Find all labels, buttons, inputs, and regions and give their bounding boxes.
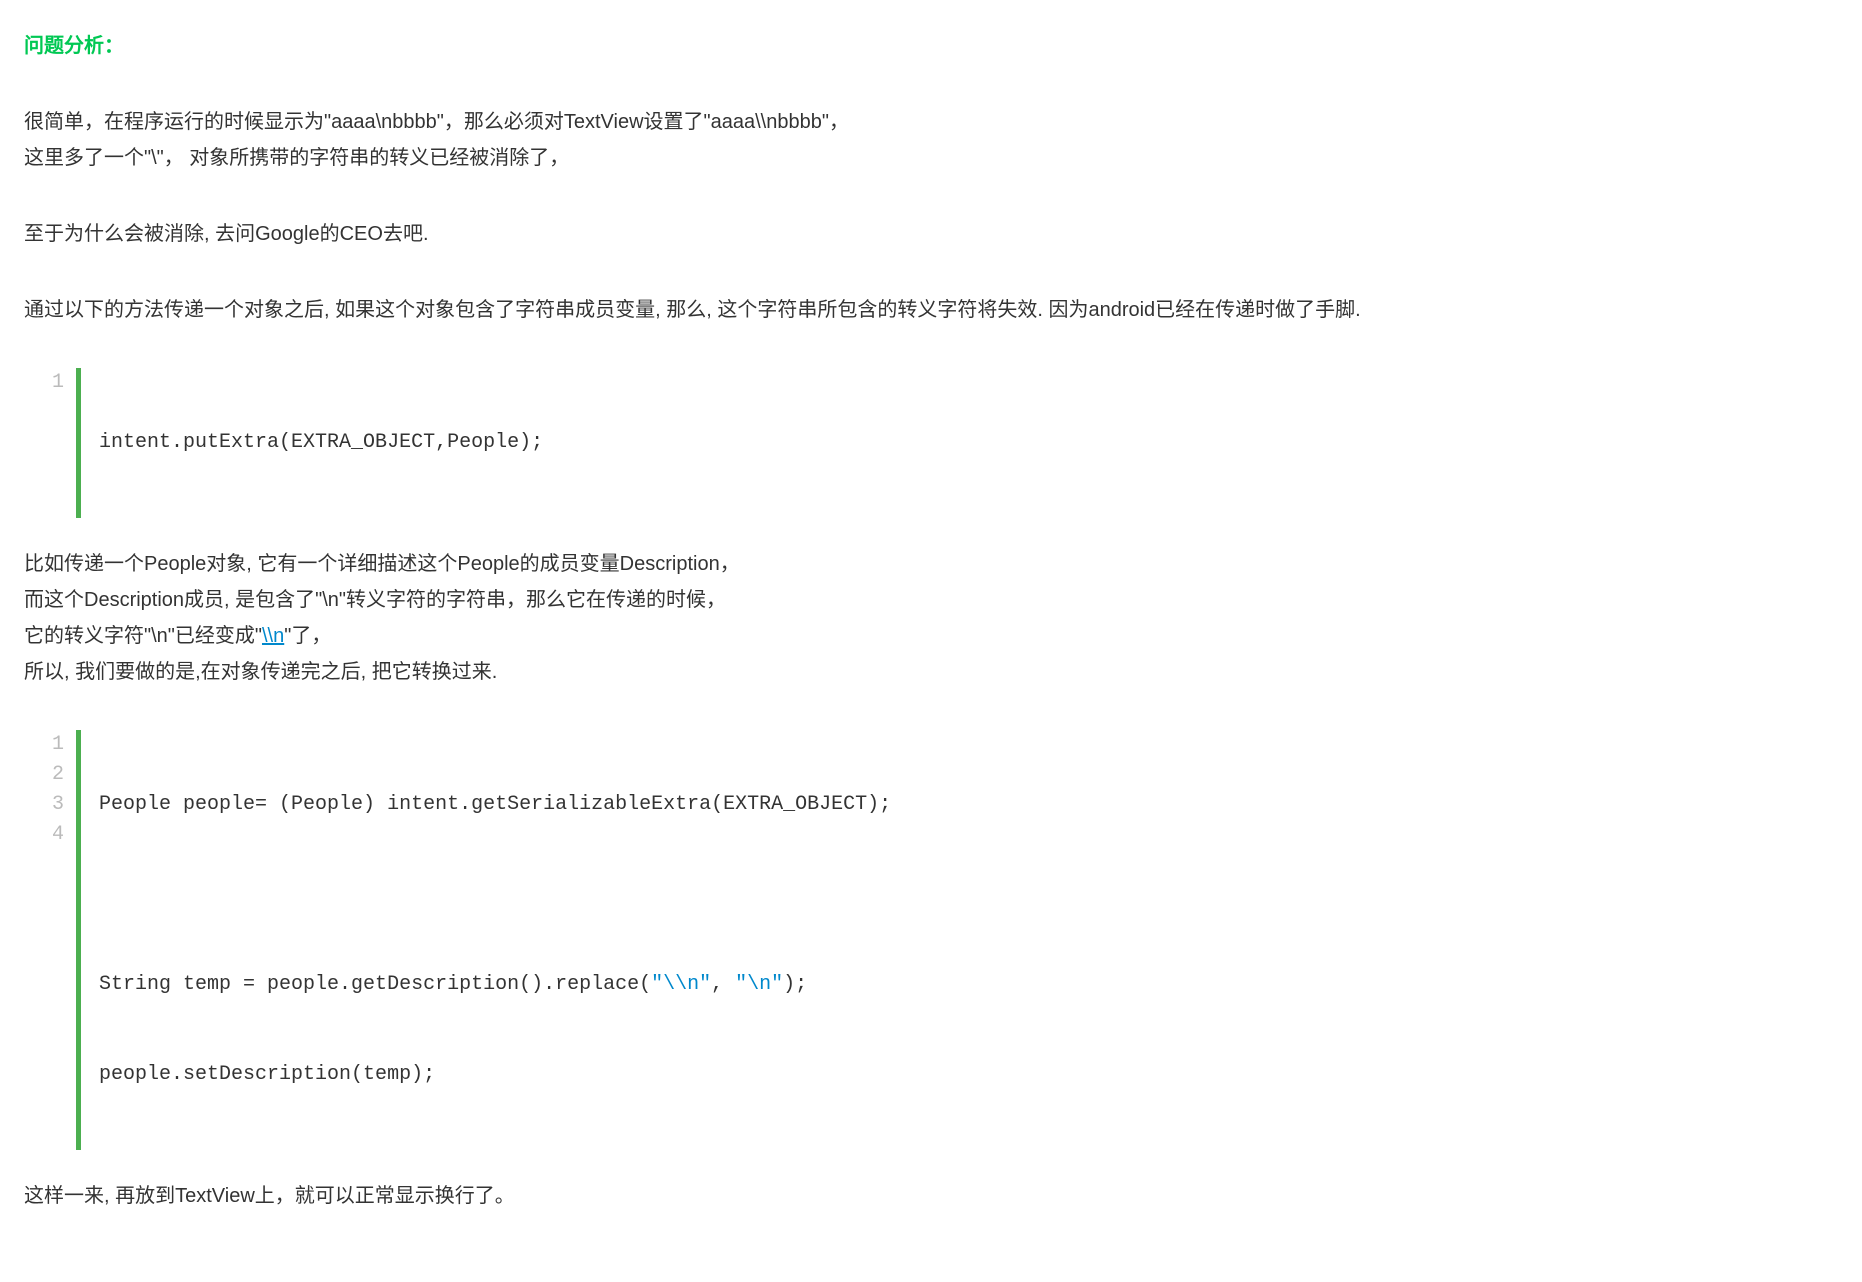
text-line: 至于为什么会被消除, 去问Google的CEO去吧. (24, 216, 1838, 252)
code-block-1: 1 intent.putExtra(EXTRA_OBJECT,People); (24, 368, 1838, 518)
text-line: 它的转义字符"\n"已经变成"\\n"了， (24, 618, 1838, 654)
paragraph-4: 比如传递一个People对象, 它有一个详细描述这个People的成员变量Des… (24, 546, 1838, 690)
line-number: 3 (52, 790, 64, 820)
text-line: 而这个Description成员, 是包含了"\n"转义字符的字符串，那么它在传… (24, 582, 1838, 618)
code-fragment: String temp = people.getDescription().re… (99, 973, 651, 996)
paragraph-1: 很简单，在程序运行的时候显示为"aaaa\nbbbb"，那么必须对TextVie… (24, 104, 1838, 176)
text-line: 所以, 我们要做的是,在对象传递完之后, 把它转换过来. (24, 654, 1838, 690)
line-number: 2 (52, 760, 64, 790)
text-fragment: 它的转义字符"\n"已经变成" (24, 625, 262, 647)
code-block-2: 1 2 3 4 People people= (People) intent.g… (24, 730, 1838, 1150)
code-line: String temp = people.getDescription().re… (99, 970, 891, 1000)
section-heading: 问题分析： (24, 28, 1838, 64)
line-number: 1 (52, 368, 64, 398)
code-line: intent.putExtra(EXTRA_OBJECT,People); (99, 428, 543, 458)
line-number-gutter: 1 2 3 4 (52, 730, 81, 1150)
code-fragment: , (711, 973, 735, 996)
paragraph-5: 这样一来, 再放到TextView上，就可以正常显示换行了。 (24, 1178, 1838, 1214)
text-line: 很简单，在程序运行的时候显示为"aaaa\nbbbb"，那么必须对TextVie… (24, 104, 1838, 140)
text-line: 通过以下的方法传递一个对象之后, 如果这个对象包含了字符串成员变量, 那么, 这… (24, 292, 1838, 328)
code-content: intent.putExtra(EXTRA_OBJECT,People); (81, 368, 543, 518)
line-number: 4 (52, 820, 64, 850)
code-fragment: ); (783, 973, 807, 996)
line-number-gutter: 1 (52, 368, 81, 518)
paragraph-2: 至于为什么会被消除, 去问Google的CEO去吧. (24, 216, 1838, 252)
text-fragment: "了， (284, 625, 331, 647)
string-literal: "\\n" (651, 973, 711, 996)
escaped-newline-link[interactable]: \\n (262, 625, 284, 647)
text-line: 这里多了一个"\"， 对象所携带的字符串的转义已经被消除了， (24, 140, 1838, 176)
code-line (99, 880, 891, 910)
code-content: People people= (People) intent.getSerial… (81, 730, 891, 1150)
paragraph-3: 通过以下的方法传递一个对象之后, 如果这个对象包含了字符串成员变量, 那么, 这… (24, 292, 1838, 328)
text-line: 比如传递一个People对象, 它有一个详细描述这个People的成员变量Des… (24, 546, 1838, 582)
code-line: People people= (People) intent.getSerial… (99, 790, 891, 820)
code-line: people.setDescription(temp); (99, 1060, 891, 1090)
string-literal: "\n" (735, 973, 783, 996)
line-number: 1 (52, 730, 64, 760)
text-line: 这样一来, 再放到TextView上，就可以正常显示换行了。 (24, 1178, 1838, 1214)
